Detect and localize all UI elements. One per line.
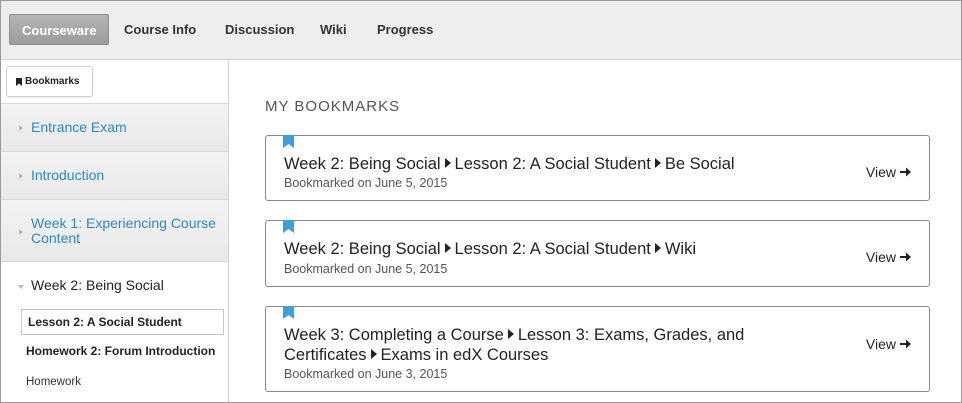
bookmark-path: Week 2: Being Social Lesson 2: A Social S…	[284, 154, 844, 174]
bookmark-flag-icon	[283, 220, 294, 233]
view-bookmark-link[interactable]: View	[866, 164, 911, 180]
tab-discussion[interactable]: Discussion	[225, 14, 294, 45]
view-label: View	[865, 164, 896, 180]
path-separator-icon	[654, 243, 661, 253]
view-bookmark-link[interactable]: View	[866, 336, 911, 352]
bookmark-path-chapter: Week 2: Being Social	[284, 240, 441, 258]
path-separator-icon	[444, 158, 451, 168]
view-label: View	[865, 336, 896, 352]
caret-down-icon	[18, 285, 24, 289]
chapter-label: Week 2: Being Social	[31, 277, 164, 293]
bookmark-card[interactable]: Week 2: Being Social Lesson 2: A Social S…	[265, 135, 930, 201]
bookmark-icon	[16, 77, 22, 86]
path-separator-icon	[444, 243, 451, 253]
bookmark-flag-icon	[283, 306, 294, 319]
caret-right-icon	[19, 125, 23, 131]
bookmark-date: Bookmarked on June 3, 2015	[284, 367, 448, 381]
caret-right-icon	[19, 229, 23, 235]
arrow-right-icon	[900, 167, 911, 177]
bookmarks-button[interactable]: Bookmarks	[6, 66, 93, 97]
path-separator-icon	[507, 329, 514, 339]
bookmark-path-unit: Be Social	[664, 155, 735, 173]
chapter-entrance-exam[interactable]: Entrance Exam	[1, 103, 228, 151]
view-bookmark-link[interactable]: View	[866, 249, 911, 265]
caret-right-icon	[19, 173, 23, 179]
chapter-label: Week 1: Experiencing Course Content	[31, 215, 216, 246]
current-sequence[interactable]: Lesson 2: A Social Student	[21, 309, 224, 335]
chapter-label: Introduction	[31, 167, 105, 183]
bookmark-flag-icon	[283, 135, 294, 148]
bookmarks-main: MY BOOKMARKS Week 2: Being Social Lesson …	[229, 60, 961, 402]
bookmark-path-unit: Wiki	[664, 240, 697, 258]
bookmark-path-chapter: Week 2: Being Social	[284, 155, 441, 173]
sequence-item-title[interactable]: Homework 2: Forum Introduction	[26, 344, 216, 359]
bookmark-path-chapter: Week 3: Completing a Course	[284, 326, 504, 344]
path-separator-icon	[370, 349, 377, 359]
chapter-week-1[interactable]: Week 1: Experiencing Course Content	[1, 199, 228, 261]
arrow-right-icon	[900, 252, 911, 262]
bookmark-path: Week 2: Being Social Lesson 2: A Social S…	[284, 239, 844, 259]
bookmark-card[interactable]: Week 3: Completing a Course Lesson 3: Exa…	[265, 306, 930, 392]
bookmark-path-unit: Exams in edX Courses	[380, 346, 549, 364]
tab-wiki[interactable]: Wiki	[320, 14, 347, 45]
course-tab-bar: Courseware Course Info Discussion Wiki P…	[1, 1, 961, 60]
chapter-introduction[interactable]: Introduction	[1, 151, 228, 199]
tab-courseware[interactable]: Courseware	[9, 14, 110, 45]
page-title: MY BOOKMARKS	[265, 98, 401, 115]
sequence-item-subtitle: Homework	[26, 376, 81, 388]
chapter-label: Entrance Exam	[31, 119, 127, 135]
bookmark-date: Bookmarked on June 5, 2015	[284, 176, 448, 190]
view-label: View	[865, 249, 896, 265]
tab-progress[interactable]: Progress	[377, 14, 433, 45]
tab-course-info[interactable]: Course Info	[124, 14, 196, 45]
bookmark-date: Bookmarked on June 5, 2015	[284, 262, 448, 276]
arrow-right-icon	[900, 339, 911, 349]
bookmark-card[interactable]: Week 2: Being Social Lesson 2: A Social S…	[265, 220, 930, 287]
course-navigation-sidebar: Bookmarks Entrance Exam Introduction Wee…	[1, 60, 229, 402]
bookmark-path: Week 3: Completing a Course Lesson 3: Exa…	[284, 325, 804, 365]
path-separator-icon	[654, 158, 661, 168]
app-frame: Courseware Course Info Discussion Wiki P…	[0, 0, 962, 403]
bookmark-path-section: Lesson 2: A Social Student	[454, 240, 651, 258]
bookmark-path-section: Lesson 2: A Social Student	[454, 155, 651, 173]
bookmarks-button-label: Bookmarks	[25, 76, 80, 87]
